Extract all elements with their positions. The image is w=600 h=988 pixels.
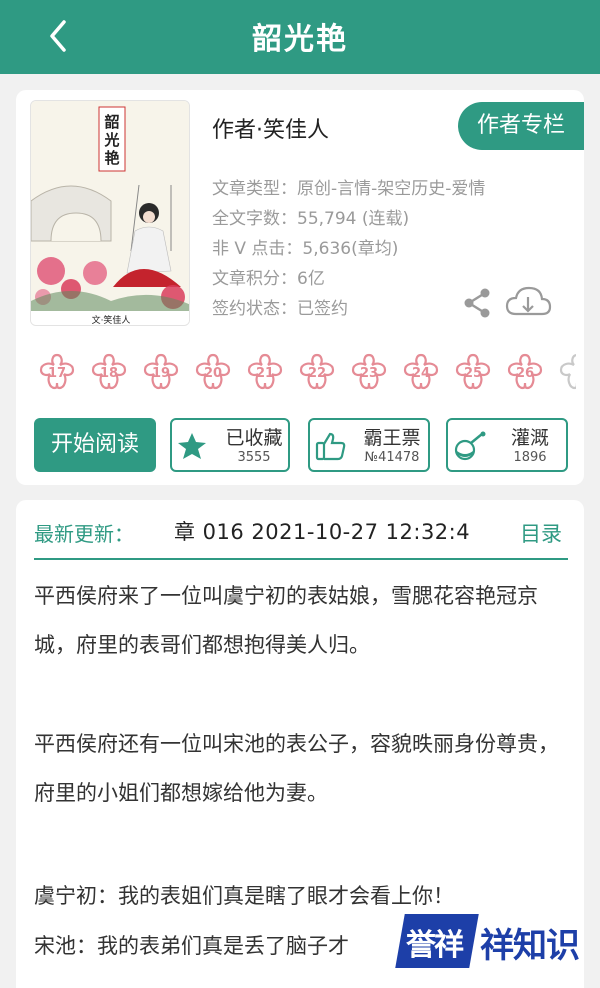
flower-icon: 23 bbox=[348, 352, 390, 394]
irrigate-count: 1896 bbox=[513, 450, 547, 465]
flask-icon bbox=[452, 430, 488, 462]
flower-icon: 26 bbox=[504, 352, 546, 394]
start-reading-button[interactable]: 开始阅读 bbox=[34, 418, 156, 472]
meta-word-count: 全文字数：55,794 (连载) bbox=[212, 209, 410, 229]
latest-update-row[interactable]: 最新更新： 章 016 2021-10-27 12:32:4 目录 bbox=[34, 514, 568, 556]
book-meta: 文章类型：原创-言情-架空历史-爱情 全文字数：55,794 (连载) 非 V … bbox=[212, 174, 485, 324]
watermark-logo: 誉祥 祥知识 bbox=[395, 908, 590, 970]
favorite-label: 已收藏 bbox=[225, 427, 283, 449]
cover-author-text: 文·笑佳人 bbox=[92, 314, 131, 326]
author-column-button[interactable]: 作者专栏 bbox=[458, 102, 584, 150]
flower-icon: 19 bbox=[140, 352, 182, 394]
flower-icon: 17 bbox=[36, 352, 78, 394]
flower-icon: 18 bbox=[88, 352, 130, 394]
meta-contract-status: 签约状态：已签约 bbox=[212, 299, 348, 319]
bawang-label: 霸王票 bbox=[363, 427, 421, 449]
cover-illustration: 韶 光 艳 文·笑佳人 bbox=[31, 101, 189, 326]
bawang-count: №41478 bbox=[364, 450, 420, 465]
cover-title-char-2: 光 bbox=[103, 131, 119, 149]
irrigate-label: 灌溉 bbox=[510, 427, 549, 449]
latest-update-label: 最新更新： bbox=[34, 522, 134, 546]
favorite-count: 3555 bbox=[237, 450, 271, 465]
flower-icon: 21 bbox=[244, 352, 286, 394]
cover-title-char-3: 艳 bbox=[104, 149, 119, 167]
page-title: 韶光艳 bbox=[252, 22, 348, 57]
divider bbox=[34, 558, 568, 560]
intro-paragraph-2: 平西侯府还有一位叫宋池的表公子，容貌昳丽身份尊贵，府里的小姐们都想嫁给他为妻。 bbox=[34, 732, 559, 805]
watermark-badge-text: 誉祥 bbox=[406, 929, 464, 962]
book-info-card: 韶 光 艳 文·笑佳人 作者·笑佳人 作者专栏 文章类型：原创-言情-架空历史-… bbox=[16, 90, 584, 485]
flower-icon: 22 bbox=[296, 352, 338, 394]
flower-rating-row: 17 18 19 20 21 22 23 24 25 26 bbox=[36, 352, 576, 396]
top-bar: 韶光艳 bbox=[0, 0, 600, 74]
meta-score: 文章积分：6亿 bbox=[212, 269, 325, 289]
star-icon bbox=[176, 430, 212, 462]
author-name[interactable]: 作者·笑佳人 bbox=[212, 112, 329, 144]
thumbs-up-icon bbox=[314, 430, 350, 462]
irrigate-button[interactable]: 灌溉 1896 bbox=[446, 418, 568, 472]
share-icon[interactable] bbox=[461, 286, 495, 320]
latest-chapter-marquee[interactable]: 章 016 2021-10-27 12:32:4 bbox=[174, 516, 470, 546]
meta-genre: 文章类型：原创-言情-架空历史-爱情 bbox=[212, 179, 486, 199]
watermark-text: 祥知识 bbox=[480, 927, 580, 965]
meta-clicks: 非 V 点击：5,636(章均) bbox=[212, 239, 399, 259]
flower-icon: 24 bbox=[400, 352, 442, 394]
cloud-download-icon[interactable] bbox=[504, 284, 552, 320]
book-cover[interactable]: 韶 光 艳 文·笑佳人 bbox=[30, 100, 190, 326]
flower-icon-partial bbox=[556, 352, 576, 394]
favorite-button[interactable]: 已收藏 3555 bbox=[170, 418, 290, 472]
flower-icon: 25 bbox=[452, 352, 494, 394]
intro-paragraph-1: 平西侯府来了一位叫虞宁初的表姑娘，雪腮花容艳冠京城，府里的表哥们都想抱得美人归。 bbox=[34, 584, 538, 657]
catalog-link[interactable]: 目录 bbox=[520, 518, 562, 548]
flower-icon: 20 bbox=[192, 352, 234, 394]
cover-title-char-1: 韶 bbox=[104, 113, 119, 131]
bawang-ticket-button[interactable]: 霸王票 №41478 bbox=[308, 418, 430, 472]
